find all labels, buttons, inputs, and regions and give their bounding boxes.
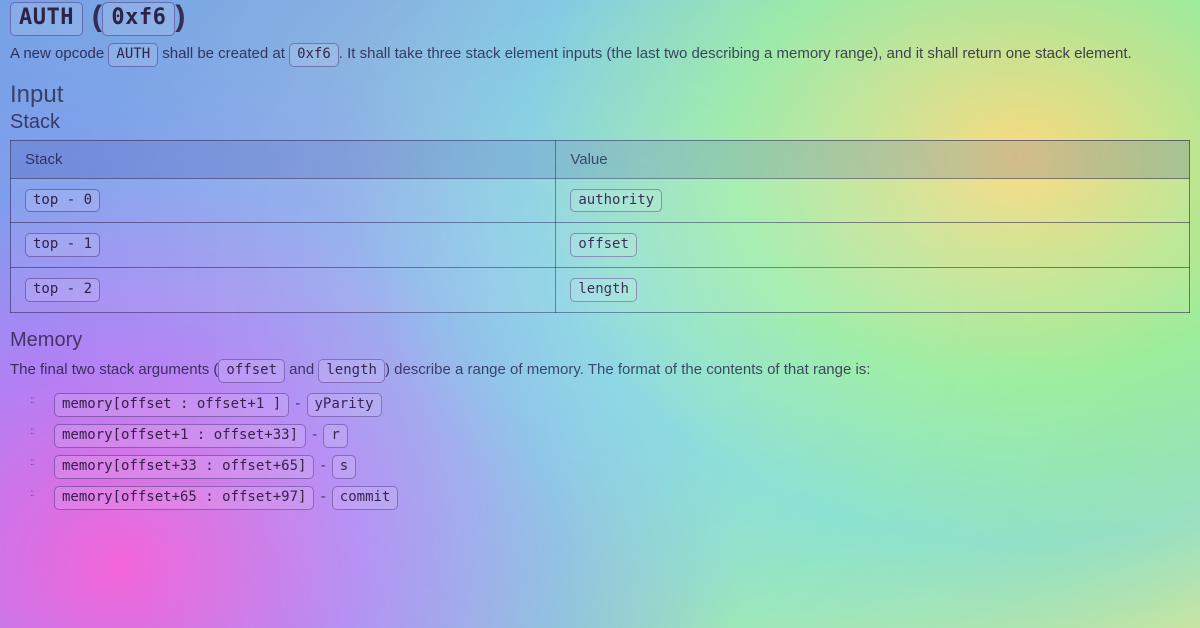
value-col-header: Value xyxy=(556,140,1190,178)
memory-heading: Memory xyxy=(10,329,1190,352)
mem-code-offset: offset xyxy=(218,359,285,383)
memory-label: yParity xyxy=(307,393,382,417)
table-row: top - 2 length xyxy=(11,268,1190,313)
list-item: memory[offset : offset+1 ] - yParity xyxy=(38,391,1190,422)
memory-slice: memory[offset+33 : offset+65] xyxy=(54,455,314,479)
opcode-name-chip: AUTH xyxy=(10,2,83,36)
stack-table: Stack Value top - 0 authority top - 1 of… xyxy=(10,140,1190,314)
memory-slice: memory[offset : offset+1 ] xyxy=(54,393,289,417)
list-item: memory[offset+1 : offset+33] - r xyxy=(38,422,1190,453)
memory-label: s xyxy=(332,455,356,479)
intro-paragraph: A new opcode AUTH shall be created at 0x… xyxy=(10,42,1190,67)
stack-value: offset xyxy=(570,233,637,257)
opcode-hex-chip: 0xf6 xyxy=(102,2,175,36)
stack-value: length xyxy=(570,278,637,302)
memory-slice: memory[offset+1 : offset+33] xyxy=(54,424,306,448)
intro-code-hex: 0xf6 xyxy=(289,43,339,67)
input-heading: Input xyxy=(10,81,1190,109)
page-title: AUTH (0xf6) xyxy=(10,0,1190,36)
stack-pos: top - 2 xyxy=(25,278,100,302)
stack-pos: top - 0 xyxy=(25,189,100,213)
stack-heading: Stack xyxy=(10,111,1190,134)
stack-value: authority xyxy=(570,189,662,213)
table-row: top - 1 offset xyxy=(11,223,1190,268)
list-item: memory[offset+65 : offset+97] - commit xyxy=(38,484,1190,515)
list-item: memory[offset+33 : offset+65] - s xyxy=(38,453,1190,484)
table-row: top - 0 authority xyxy=(11,178,1190,223)
intro-code-auth: AUTH xyxy=(108,43,158,67)
memory-slice: memory[offset+65 : offset+97] xyxy=(54,486,314,510)
memory-label: commit xyxy=(332,486,399,510)
mem-code-length: length xyxy=(318,359,385,383)
stack-col-header: Stack xyxy=(11,140,556,178)
memory-label: r xyxy=(323,424,347,448)
stack-pos: top - 1 xyxy=(25,233,100,257)
memory-list: memory[offset : offset+1 ] - yParity mem… xyxy=(38,391,1190,515)
memory-paragraph: The final two stack arguments (offset an… xyxy=(10,358,1190,383)
